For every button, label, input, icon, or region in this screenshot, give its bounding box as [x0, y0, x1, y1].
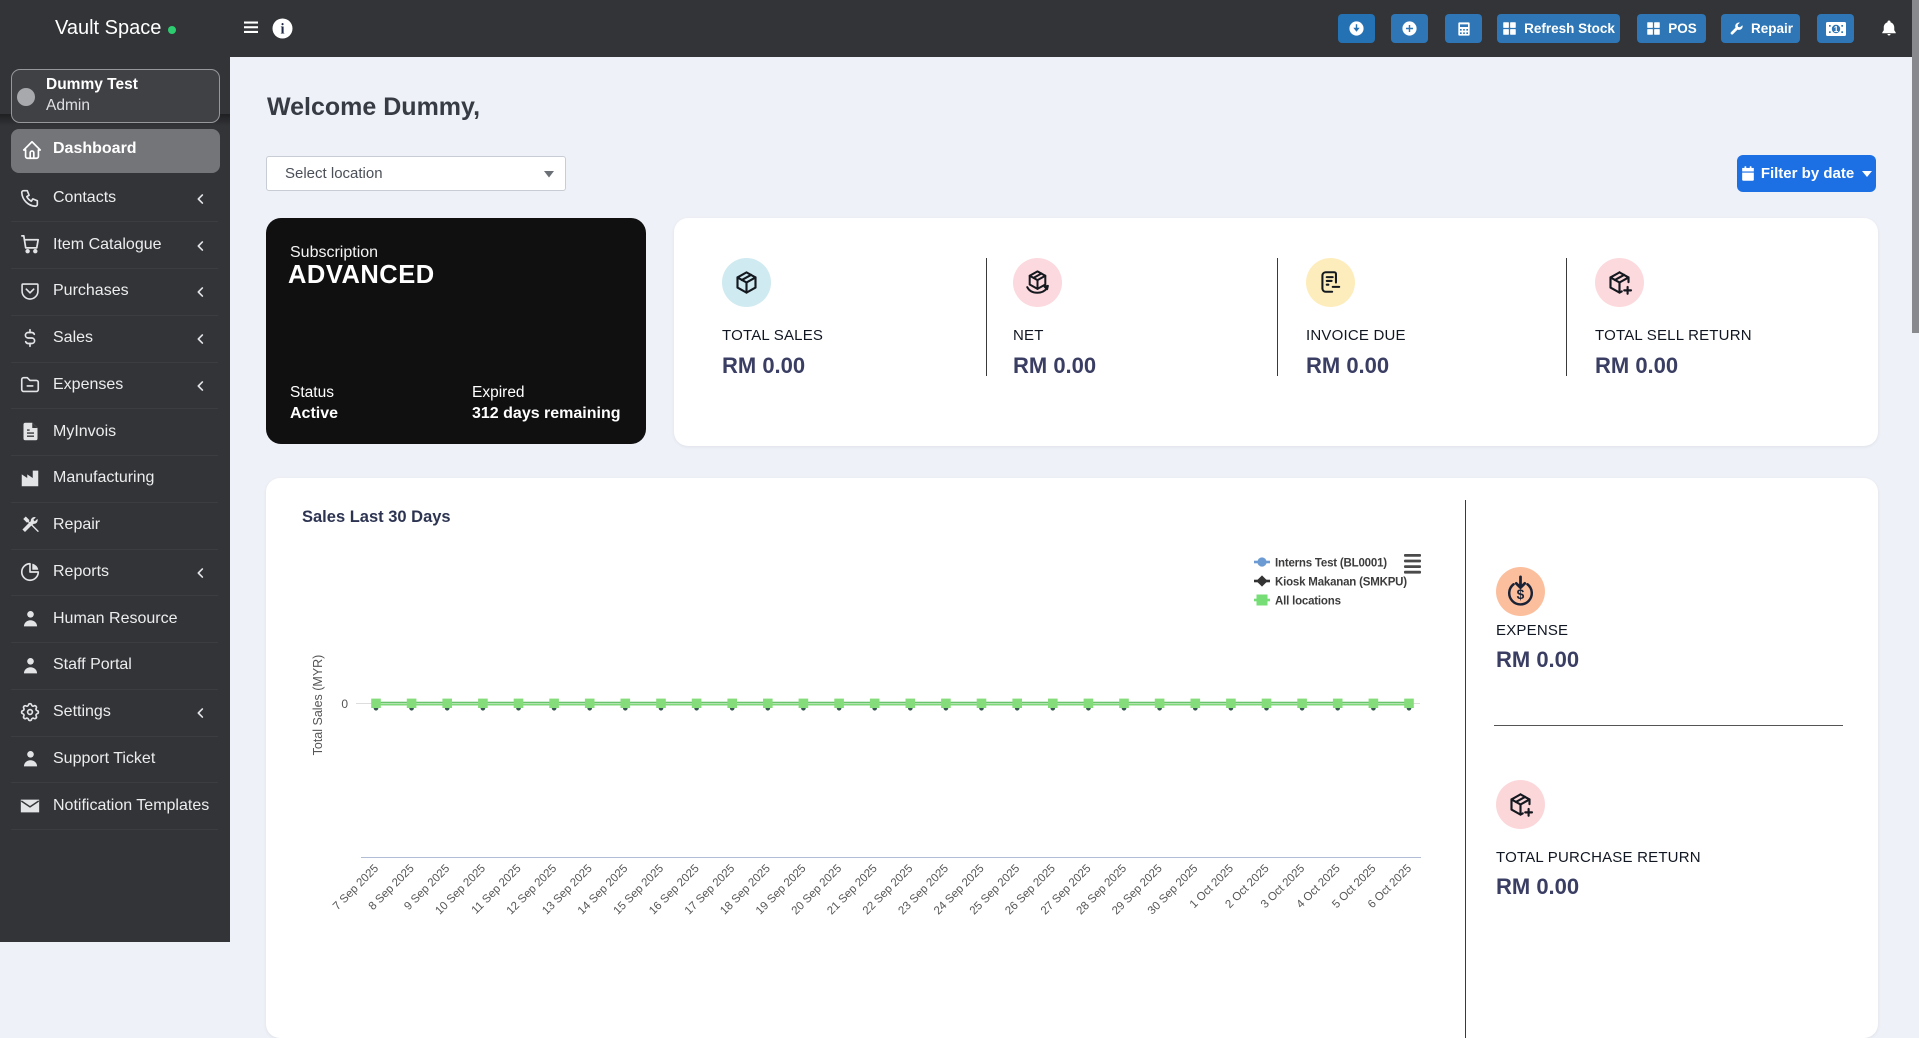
svg-text:$: $ [1517, 587, 1525, 602]
svg-text:Interns Test (BL0001): Interns Test (BL0001) [1275, 558, 1387, 570]
svg-text:All locations: All locations [1275, 596, 1341, 608]
svg-text:1: 1 [1833, 25, 1838, 34]
svg-text:i: i [280, 22, 284, 38]
svg-text:Kiosk Makanan (SMKPU): Kiosk Makanan (SMKPU) [1275, 577, 1407, 589]
